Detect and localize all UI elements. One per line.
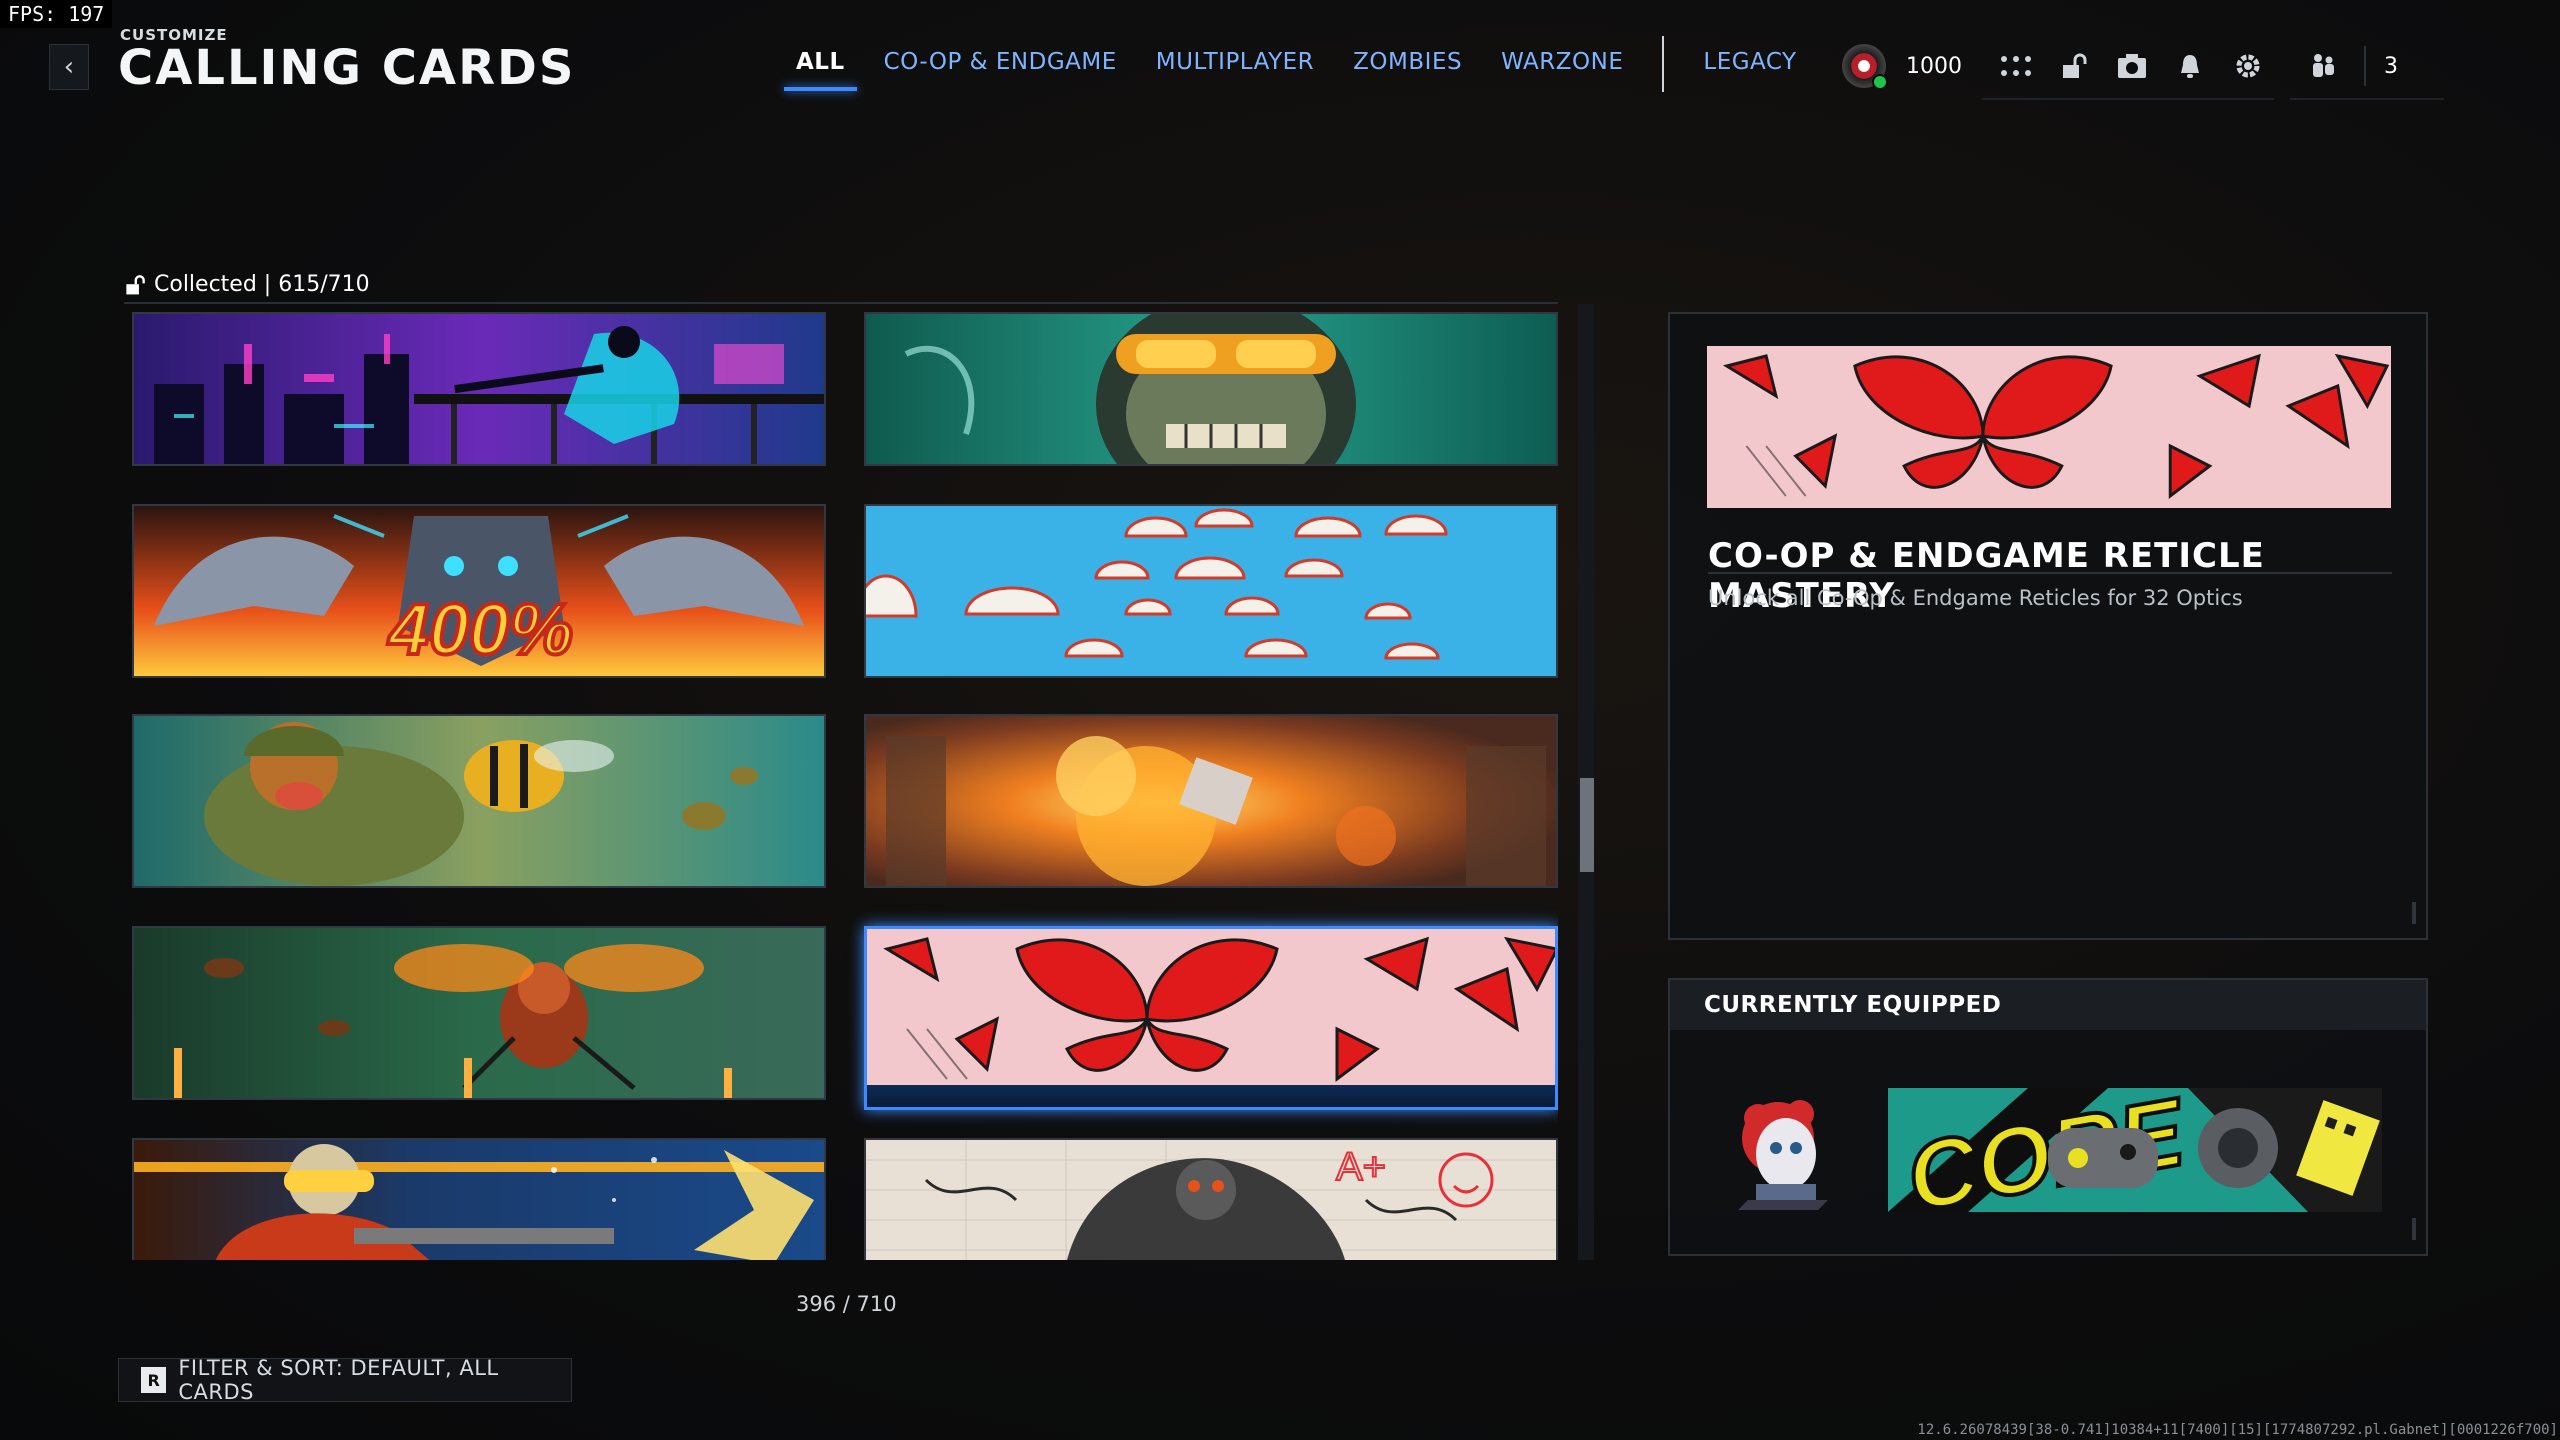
detail-divider xyxy=(1708,572,2392,574)
grade-scribble: A+ xyxy=(1336,1145,1386,1189)
collected-summary: Collected | 615/710 xyxy=(124,272,370,297)
settings-gear-icon[interactable] xyxy=(2230,48,2266,84)
key-r-icon: R xyxy=(141,1367,167,1393)
tab-warzone[interactable]: WARZONE xyxy=(1501,49,1623,79)
equipped-header: CURRENTLY EQUIPPED xyxy=(1670,980,2426,1030)
filter-sort-button[interactable]: R FILTER & SORT: DEFAULT, ALL CARDS xyxy=(118,1356,572,1404)
red-butterflies-card[interactable] xyxy=(864,926,1558,1110)
back-button[interactable]: ‹ xyxy=(49,44,89,90)
cyber-city-sniper-card[interactable] xyxy=(132,312,826,466)
tab-zombies[interactable]: ZOMBIES xyxy=(1353,49,1462,79)
parachute-drop-card[interactable] xyxy=(864,504,1558,678)
currently-equipped-panel: CURRENTLY EQUIPPED CORE xyxy=(1668,978,2428,1256)
dog-soldier-bees-card[interactable] xyxy=(132,714,826,888)
party-divider xyxy=(2364,46,2366,86)
panel-corner-mark xyxy=(2412,1218,2416,1240)
notifications-bell-icon[interactable] xyxy=(2172,48,2208,84)
flame-soldier-card[interactable] xyxy=(132,1138,826,1260)
card-count: 396 / 710 xyxy=(796,1292,897,1316)
online-status-icon xyxy=(1872,74,1888,90)
tab-divider xyxy=(1662,36,1665,92)
tab-coop-endgame[interactable]: CO-OP & ENDGAME xyxy=(884,49,1117,79)
apps-grid-icon[interactable] xyxy=(1998,48,2034,84)
party-count: 3 xyxy=(2384,53,2398,79)
store-icon[interactable] xyxy=(2114,48,2150,84)
calling-cards-screen: FPS: 197 ‹ CUSTOMIZE CALLING CARDS ALL C… xyxy=(0,0,2560,1440)
collected-label: Collected | 615/710 xyxy=(154,272,370,297)
build-string: 12.6.26078439[38-0.741]10384+11[7400][15… xyxy=(1917,1422,2558,1438)
detail-card-description: Unlock all Co-Op & Endgame Reticles for … xyxy=(1708,586,2243,610)
mech-dragons-400-card[interactable]: 400% xyxy=(132,504,826,678)
chevron-left-icon: ‹ xyxy=(63,52,75,82)
topbar-underline-party xyxy=(2290,98,2444,100)
detail-card-preview xyxy=(1707,346,2391,508)
panel-corner-mark xyxy=(2412,902,2416,924)
prestige-emblem-icon[interactable] xyxy=(1842,44,1888,90)
card-detail-panel: CO-OP & ENDGAME RETICLE MASTERY Unlock a… xyxy=(1668,312,2428,940)
tab-multiplayer[interactable]: MULTIPLAYER xyxy=(1156,49,1314,79)
goggles-soldier-card[interactable] xyxy=(864,312,1558,466)
top-right-bar: 1000 3 xyxy=(1842,36,2398,96)
unlock-icon[interactable] xyxy=(2056,48,2092,84)
tab-all[interactable]: ALL xyxy=(784,49,857,91)
category-tabs: ALL CO-OP & ENDGAME MULTIPLAYER ZOMBIES … xyxy=(784,36,1836,92)
scrollbar-thumb[interactable] xyxy=(1580,778,1594,872)
equipped-calling-card[interactable]: CORE xyxy=(1888,1088,2382,1212)
collected-divider xyxy=(124,302,1558,304)
mutant-wasp-card[interactable] xyxy=(132,926,826,1100)
credits-count: 1000 xyxy=(1906,53,1962,79)
filter-sort-label: FILTER & SORT: DEFAULT, ALL CARDS xyxy=(178,1356,499,1404)
sketch-skull-card[interactable]: A+ xyxy=(864,1138,1558,1260)
explosion-crate-card[interactable] xyxy=(864,714,1558,888)
party-icon[interactable] xyxy=(2306,48,2342,84)
calling-card-grid: 400% A+ xyxy=(132,312,1558,1260)
card-400-text: 400% xyxy=(387,590,573,670)
equipped-emblem[interactable] xyxy=(1728,1088,1838,1210)
unlock-icon xyxy=(124,274,146,296)
page-title: CALLING CARDS xyxy=(118,40,576,96)
fps-counter: FPS: 197 xyxy=(0,0,113,28)
tab-legacy[interactable]: LEGACY xyxy=(1703,49,1796,79)
topbar-underline xyxy=(1982,98,2274,100)
